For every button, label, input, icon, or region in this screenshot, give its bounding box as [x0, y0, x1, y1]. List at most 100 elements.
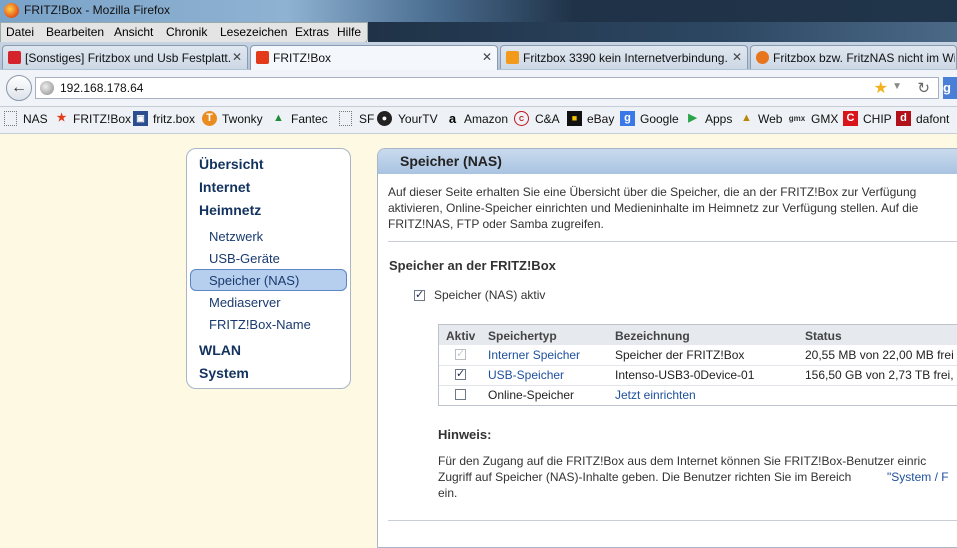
hint-line-1: Für den Zugang auf die FRITZ!Box aus dem…	[438, 454, 927, 468]
system-link[interactable]: "System / F	[887, 470, 949, 484]
amazon-icon: a	[448, 111, 457, 126]
yourtv-icon: ●	[377, 111, 392, 126]
row-status: 20,55 MB von 22,00 MB frei	[805, 348, 954, 362]
bookmark-twonky[interactable]: Twonky	[222, 112, 263, 126]
back-arrow-icon[interactable]: ←	[6, 75, 32, 101]
setup-online-storage-link[interactable]: Jetzt einrichten	[615, 388, 696, 402]
nav-netzwerk[interactable]: Netzwerk	[209, 229, 263, 244]
tab-favicon-icon	[8, 51, 21, 64]
hint-title: Hinweis:	[438, 427, 492, 442]
menu-datei[interactable]: Datei	[6, 25, 34, 39]
twonky-icon: T	[202, 111, 217, 126]
address-url: 192.168.178.64	[60, 81, 144, 95]
row-status: 156,50 GB von 2,73 TB frei, v	[805, 368, 957, 382]
nav-system[interactable]: System	[199, 365, 249, 381]
divider	[388, 241, 957, 242]
ca-icon: C	[514, 111, 529, 126]
tab-sonstiges[interactable]: [Sonstiges] Fritzbox und Usb Festplatt..…	[2, 45, 248, 69]
bookmark-yourtv[interactable]: YourTV	[398, 112, 438, 126]
bookmark-dafont[interactable]: dafont	[916, 112, 949, 126]
nav-fritzbox-name[interactable]: FRITZ!Box-Name	[209, 317, 311, 332]
tab-fritznas[interactable]: Fritzbox bzw. FritzNAS nicht im Win	[750, 45, 957, 69]
address-bar[interactable]: 192.168.178.64 ★ ▼ ↻	[35, 77, 939, 99]
fritzbox-icon: ★	[56, 112, 67, 124]
bookmark-fantec[interactable]: Fantec	[291, 112, 328, 126]
tab-favicon-icon	[506, 51, 519, 64]
close-tab-icon[interactable]: ✕	[732, 50, 742, 64]
chip-icon: C	[843, 111, 858, 126]
bookmark-apps[interactable]: Apps	[705, 112, 732, 126]
col-status: Status	[805, 329, 842, 343]
tab-label: Fritzbox bzw. FritzNAS nicht im Win	[773, 51, 955, 65]
intro-line-1: Auf dieser Seite erhalten Sie eine Übers…	[388, 185, 917, 199]
menu-bearbeiten[interactable]: Bearbeiten	[46, 25, 104, 39]
nav-wlan[interactable]: WLAN	[199, 342, 241, 358]
row-active-checkbox[interactable]	[455, 389, 466, 400]
divider	[388, 520, 957, 521]
tab-favicon-icon	[756, 51, 769, 64]
nav-mediaserver[interactable]: Mediaserver	[209, 295, 281, 310]
close-tab-icon[interactable]: ✕	[232, 50, 242, 64]
tab-strip: [Sonstiges] Fritzbox und Usb Festplatt..…	[0, 42, 957, 71]
window-titlebar: FRITZ!Box - Mozilla Firefox	[0, 0, 957, 22]
bookmark-web[interactable]: Web	[758, 112, 782, 126]
bookmark-google[interactable]: Google	[640, 112, 679, 126]
col-bezeichnung: Bezeichnung	[615, 329, 690, 343]
bookmark-gmx[interactable]: GMX	[811, 112, 838, 126]
gmx-icon: gmx	[788, 114, 806, 123]
web-icon: ▲	[741, 112, 752, 124]
reload-icon[interactable]: ↻	[917, 79, 930, 97]
bookmark-fritzbox[interactable]: FRITZ!Box	[73, 112, 131, 126]
col-aktiv: Aktiv	[446, 329, 476, 343]
menu-extras[interactable]: Extras	[295, 25, 329, 39]
row-name: Intenso-USB3-0Device-01	[615, 368, 755, 382]
dafont-icon: d	[896, 111, 911, 126]
menu-lesezeichen[interactable]: Lesezeichen	[220, 25, 287, 39]
tab-favicon-icon	[256, 51, 269, 64]
titlebar-background	[368, 22, 957, 42]
tab-fritzbox[interactable]: FRITZ!Box ✕	[250, 45, 498, 71]
row-active-checkbox[interactable]: ✓	[455, 369, 466, 380]
nav-uebersicht[interactable]: Übersicht	[199, 156, 264, 172]
nav-heimnetz[interactable]: Heimnetz	[199, 202, 261, 218]
firefox-logo-icon	[4, 3, 19, 18]
menu-hilfe[interactable]: Hilfe	[337, 25, 361, 39]
col-speichertyp: Speichertyp	[488, 329, 557, 343]
row-type: Online-Speicher	[488, 388, 575, 402]
folder-icon	[339, 111, 352, 126]
hint-line-3: ein.	[438, 486, 458, 500]
row-name: Speicher der FRITZ!Box	[615, 348, 745, 362]
section-title: Speicher an der FRITZ!Box	[389, 258, 556, 273]
fantec-icon: ▲	[273, 112, 284, 124]
tab-label: [Sonstiges] Fritzbox und Usb Festplatt..…	[25, 51, 230, 65]
nav-speicher-nas[interactable]: Speicher (NAS)	[209, 273, 299, 288]
tab-fritzbox-3390[interactable]: Fritzbox 3390 kein Internetverbindung...…	[500, 45, 748, 69]
bookmark-ca[interactable]: C&A	[535, 112, 560, 126]
history-dropdown-icon[interactable]: ▼	[892, 81, 902, 92]
bookmark-sf[interactable]: SF	[359, 112, 374, 126]
nas-active-label: Speicher (NAS) aktiv	[434, 288, 546, 302]
row-active-checkbox: ✓	[455, 348, 466, 360]
menu-chronik[interactable]: Chronik	[166, 25, 207, 39]
close-tab-icon[interactable]: ✕	[482, 50, 492, 64]
hint-line-2: Zugriff auf Speicher (NAS)-Inhalte geben…	[438, 470, 852, 484]
row-type-link[interactable]: Interner Speicher	[488, 348, 580, 362]
bookmark-ebay[interactable]: eBay	[587, 112, 614, 126]
google-icon: g	[620, 111, 635, 126]
tab-label: FRITZ!Box	[273, 51, 332, 65]
bookmark-nas[interactable]: NAS	[23, 112, 48, 126]
nav-usb-geraete[interactable]: USB-Geräte	[209, 251, 280, 266]
bookmark-amazon[interactable]: Amazon	[464, 112, 508, 126]
globe-icon	[40, 81, 54, 95]
bookmark-chip[interactable]: CHIP	[863, 112, 892, 126]
menu-ansicht[interactable]: Ansicht	[114, 25, 153, 39]
row-type-link[interactable]: USB-Speicher	[488, 368, 564, 382]
bookmark-fritz-box[interactable]: fritz.box	[153, 112, 195, 126]
google-search-icon[interactable]: g	[943, 77, 957, 99]
page-title: Speicher (NAS)	[400, 153, 502, 169]
bookmark-star-icon[interactable]: ★	[874, 78, 888, 98]
nas-active-checkbox[interactable]: ✓	[414, 290, 425, 301]
tab-label: Fritzbox 3390 kein Internetverbindung...	[523, 51, 728, 65]
row-divider	[439, 385, 957, 386]
nav-internet[interactable]: Internet	[199, 179, 250, 195]
